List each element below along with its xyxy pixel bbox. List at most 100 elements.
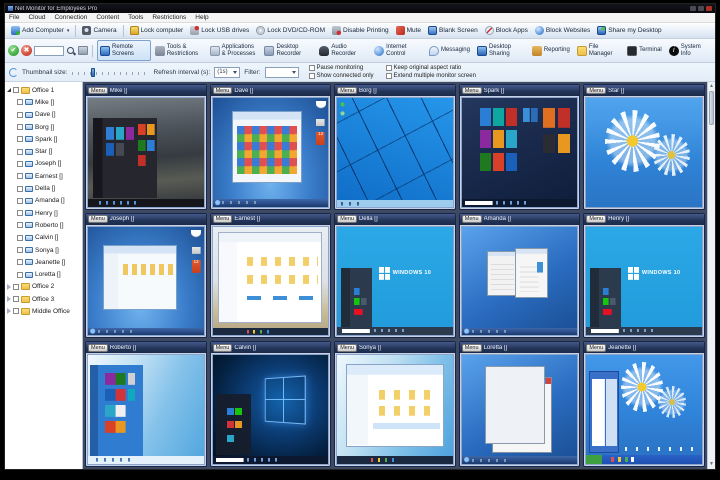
blank-screen-button[interactable]: Blank Screen — [425, 25, 481, 36]
show-connected-only-checkbox[interactable]: Show connected only — [308, 72, 374, 79]
tab-desktop-sharing[interactable]: Desktop Sharing — [474, 40, 528, 61]
checkbox[interactable] — [17, 99, 23, 106]
remote-screen-thumbnail[interactable] — [460, 97, 579, 208]
cell-menu-button[interactable]: Menu — [212, 344, 233, 352]
cell-menu-button[interactable]: Menu — [461, 215, 482, 223]
tree-item-dave[interactable]: Dave [] — [6, 109, 82, 121]
tab-remote-screens[interactable]: Remote Screens — [97, 40, 151, 61]
connect-button[interactable]: ✔ — [8, 45, 19, 56]
checkbox[interactable] — [13, 296, 19, 303]
tree-item-amanda[interactable]: Amanda [] — [6, 195, 82, 207]
dropdown-arrow-icon[interactable]: ▾ — [67, 28, 70, 34]
tree-item-mike[interactable]: Mike [] — [6, 96, 82, 108]
tree-item-jeanette[interactable]: Jeanette [] — [6, 256, 82, 268]
cell-menu-button[interactable]: Menu — [337, 86, 357, 95]
menu-restrictions[interactable]: Restrictions — [152, 14, 186, 21]
add-computer-button[interactable]: Add Computer ▾ — [8, 25, 72, 36]
refresh-interval-select[interactable]: (1s) — [214, 66, 241, 78]
checkbox[interactable] — [13, 308, 19, 315]
cell-menu-button[interactable]: Menu — [461, 344, 482, 352]
tab-system-info[interactable]: i System Info — [666, 40, 712, 61]
tree-group-middle-office[interactable]: Middle Office — [6, 305, 82, 317]
checkbox[interactable] — [17, 210, 23, 217]
checkbox[interactable] — [17, 111, 23, 118]
cell-menu-button[interactable]: Menu — [586, 86, 607, 95]
remote-screen-thumbnail[interactable] — [460, 354, 579, 465]
cell-menu-button[interactable]: Menu — [88, 86, 108, 95]
scroll-down-icon[interactable]: ▼ — [709, 461, 714, 468]
menu-tools[interactable]: Tools — [128, 14, 143, 21]
cell-menu-button[interactable]: Menu — [586, 344, 607, 352]
lock-dvd-cd-rom-button[interactable]: Lock DVD/CD-ROM — [253, 25, 328, 36]
cell-menu-button[interactable]: Menu — [212, 86, 233, 95]
disable-printing-button[interactable]: Disable Printing — [329, 25, 392, 36]
checkbox[interactable] — [13, 87, 19, 94]
tab-desktop-recorder[interactable]: Desktop Recorder — [261, 40, 315, 61]
expand-arrow-icon[interactable] — [7, 296, 11, 303]
grid-scrollbar[interactable]: ▲ ▼ — [707, 82, 715, 469]
scroll-up-icon[interactable]: ▲ — [709, 83, 714, 90]
remote-screen-thumbnail[interactable]: 12 — [87, 225, 205, 337]
refresh-icon[interactable] — [9, 67, 18, 77]
expand-arrow-icon[interactable] — [7, 308, 11, 315]
cell-menu-button[interactable]: Menu — [88, 344, 108, 352]
tab-messaging[interactable]: Messaging — [426, 40, 473, 61]
minimize-button[interactable] — [690, 6, 696, 11]
tab-reporting[interactable]: Reporting — [529, 40, 573, 61]
tree-item-roberto[interactable]: Roberto [] — [6, 219, 82, 231]
tree-item-henry[interactable]: Henry [] — [6, 207, 82, 219]
expand-arrow-icon[interactable] — [7, 283, 11, 290]
cell-menu-button[interactable]: Menu — [88, 215, 108, 223]
tree-item-sonya[interactable]: Sonya [] — [6, 244, 82, 256]
tab-file-manager[interactable]: File Manager — [574, 40, 623, 61]
disconnect-button[interactable]: ✖ — [21, 45, 32, 56]
remote-screen-thumbnail[interactable] — [585, 354, 703, 465]
block-apps-button[interactable]: Block Apps — [482, 25, 531, 36]
cell-menu-button[interactable]: Menu — [586, 215, 607, 223]
cell-menu-button[interactable]: Menu — [212, 215, 233, 223]
remote-screen-thumbnail[interactable] — [211, 225, 330, 337]
tree-item-star[interactable]: Star [] — [6, 145, 82, 157]
zoom-tool-icon[interactable] — [78, 46, 88, 55]
lock-computer-button[interactable]: Lock computer — [127, 25, 187, 36]
checkbox[interactable] — [13, 283, 19, 290]
tree-item-earnest[interactable]: Earnest [] — [6, 170, 82, 182]
tree-group-office-1[interactable]: Office 1 — [6, 84, 82, 96]
pause-monitoring-checkbox[interactable]: Pause monitoring — [308, 65, 374, 72]
checkbox[interactable] — [17, 271, 23, 278]
checkbox[interactable] — [17, 234, 23, 241]
remote-screen-thumbnail[interactable]: WINDOWS 10 — [585, 225, 703, 337]
slider-thumb[interactable] — [91, 67, 96, 77]
camera-button[interactable]: Camera — [79, 25, 119, 36]
tab-applications-processes[interactable]: Applications & Processes — [207, 40, 261, 61]
remote-screen-thumbnail[interactable] — [460, 225, 579, 337]
menu-content[interactable]: Content — [96, 14, 119, 21]
expand-arrow-icon[interactable] — [7, 88, 11, 93]
checkbox[interactable] — [17, 148, 23, 155]
remote-screen-thumbnail[interactable]: 12 — [211, 97, 330, 208]
tree-item-borg[interactable]: Borg [] — [6, 121, 82, 133]
tree-item-spark[interactable]: Spark [] — [6, 133, 82, 145]
cell-menu-button[interactable]: Menu — [337, 344, 357, 352]
lock-usb-drives-button[interactable]: Lock USB drives — [187, 25, 252, 36]
menu-help[interactable]: Help — [195, 14, 208, 21]
checkbox[interactable] — [17, 222, 23, 229]
thumbnail-size-slider[interactable] — [71, 67, 150, 77]
checkbox[interactable] — [17, 197, 23, 204]
search-input[interactable] — [34, 45, 64, 56]
remote-screen-thumbnail[interactable] — [87, 354, 205, 465]
menu-file[interactable]: File — [9, 14, 19, 21]
tab-tools-restrictions[interactable]: Tools & Restrictions — [152, 40, 206, 61]
cell-menu-button[interactable]: Menu — [337, 215, 357, 223]
tree-item-calvin[interactable]: Calvin [] — [6, 232, 82, 244]
checkbox[interactable] — [17, 185, 23, 192]
tree-item-joseph[interactable]: Joseph [] — [6, 158, 82, 170]
tree-group-office-2[interactable]: Office 2 — [6, 281, 82, 293]
menu-cloud[interactable]: Cloud — [28, 14, 45, 21]
block-websites-button[interactable]: Block Websites — [532, 25, 593, 36]
tab-terminal[interactable]: Terminal — [624, 40, 665, 61]
tree-item-della[interactable]: Della [] — [6, 182, 82, 194]
tab-internet-control[interactable]: Internet Control — [371, 40, 425, 61]
scroll-thumb[interactable] — [709, 91, 714, 125]
checkbox[interactable] — [17, 247, 23, 253]
